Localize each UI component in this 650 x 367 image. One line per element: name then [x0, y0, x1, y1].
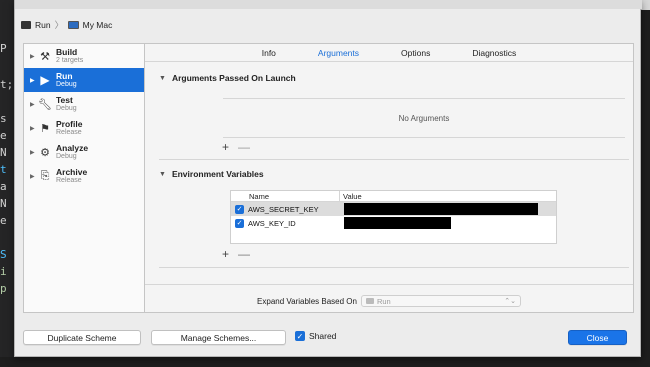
- redacted-value[interactable]: [344, 217, 451, 229]
- disclosure-triangle-icon[interactable]: ▶: [30, 173, 38, 180]
- sidebar-item-build[interactable]: ▶ ⚒ Build 2 targets: [24, 44, 144, 68]
- expand-variables-row: Expand Variables Based On Run ⌃⌄: [145, 295, 633, 307]
- panel-divider: [145, 284, 633, 285]
- table-row[interactable]: ✓ AWS_SECRET_KEY: [231, 202, 556, 216]
- sidebar-item-archive[interactable]: ▶ ⎘ Archive Release: [24, 164, 144, 188]
- shared-option[interactable]: ✓ Shared: [295, 331, 336, 341]
- disclosure-triangle-icon[interactable]: ▶: [30, 77, 38, 84]
- remove-argument-button[interactable]: —: [238, 140, 250, 154]
- action-subtitle: 2 targets: [56, 56, 84, 64]
- action-subtitle: Debug: [56, 104, 77, 112]
- variable-name[interactable]: AWS_KEY_ID: [248, 219, 344, 228]
- manage-schemes-button[interactable]: Manage Schemes...: [151, 330, 286, 345]
- scheme-icon: [365, 298, 374, 304]
- disclosure-triangle-icon[interactable]: ▶: [30, 53, 38, 60]
- tab-bar: Info Arguments Options Diagnostics: [145, 44, 633, 62]
- column-header-name[interactable]: Name: [231, 191, 340, 201]
- action-title: Build: [56, 46, 78, 57]
- disclosure-triangle-icon[interactable]: ▶: [30, 149, 38, 156]
- archive-icon: ⎘: [40, 169, 50, 182]
- remove-variable-button[interactable]: —: [238, 247, 250, 261]
- scheme-icon: [21, 20, 31, 29]
- expand-variables-value: Run: [376, 296, 391, 306]
- shared-label: Shared: [309, 331, 337, 341]
- scheme-path-bar[interactable]: Run 〉 My Mac: [21, 18, 112, 31]
- mac-icon: [67, 20, 79, 29]
- action-subtitle: Debug: [56, 152, 77, 160]
- arguments-add-remove: + —: [222, 140, 250, 154]
- arguments-header-label: Arguments Passed On Launch: [171, 73, 296, 83]
- enabled-checkbox[interactable]: ✓: [235, 218, 244, 228]
- expand-variables-label: Expand Variables Based On: [257, 296, 357, 306]
- sidebar-item-analyze[interactable]: ▶ ⚙ Analyze Debug: [24, 140, 144, 164]
- add-argument-button[interactable]: +: [222, 140, 229, 154]
- environment-variables-table[interactable]: Name Value ✓ AWS_SECRET_KEY ✓ AWS_KEY_ID: [230, 190, 557, 244]
- chevron-updown-icon: ⌃⌄: [504, 298, 516, 305]
- close-button[interactable]: Close: [568, 330, 627, 345]
- action-title: Test: [56, 94, 73, 105]
- duplicate-scheme-button[interactable]: Duplicate Scheme: [23, 330, 141, 345]
- scheme-label[interactable]: Run: [35, 20, 51, 30]
- action-title: Profile: [56, 118, 83, 129]
- add-variable-button[interactable]: +: [222, 247, 229, 261]
- action-sidebar: ▶ ⚒ Build 2 targets ▶ ▶ Run Debug ▶ 🔧︎ T…: [23, 43, 145, 313]
- environment-add-remove: + —: [222, 247, 250, 261]
- arguments-list[interactable]: No Arguments: [223, 98, 625, 138]
- scheme-detail-panel: Info Arguments Options Diagnostics ▼ Arg…: [144, 43, 634, 313]
- column-header-value[interactable]: Value: [340, 191, 556, 201]
- action-subtitle: Debug: [56, 80, 77, 88]
- sidebar-item-profile[interactable]: ▶ ⚑ Profile Release: [24, 116, 144, 140]
- enabled-checkbox[interactable]: ✓: [235, 204, 244, 214]
- scheme-editor-sheet: Run 〉 My Mac ▶ ⚒ Build 2 targets ▶ ▶ Run…: [14, 0, 642, 357]
- tab-options[interactable]: Options: [395, 48, 436, 58]
- tab-info[interactable]: Info: [256, 48, 282, 58]
- destination-label[interactable]: My Mac: [83, 20, 113, 30]
- tab-diagnostics[interactable]: Diagnostics: [466, 48, 522, 58]
- action-subtitle: Release: [56, 128, 82, 136]
- wrench-icon: 🔧︎: [38, 98, 52, 111]
- play-icon: ▶: [40, 73, 50, 87]
- section-divider: [159, 267, 629, 268]
- action-subtitle: Release: [56, 176, 82, 184]
- environment-section-header[interactable]: ▼ Environment Variables: [159, 169, 264, 179]
- expand-variables-popup[interactable]: Run ⌃⌄: [360, 295, 521, 307]
- redacted-value[interactable]: [344, 203, 538, 215]
- disclosure-down-icon[interactable]: ▼: [159, 75, 166, 82]
- disclosure-triangle-icon[interactable]: ▶: [30, 101, 38, 108]
- arguments-section-header[interactable]: ▼ Arguments Passed On Launch: [159, 73, 296, 83]
- profile-icon: ⚑: [40, 122, 50, 135]
- sidebar-item-test[interactable]: ▶ 🔧︎ Test Debug: [24, 92, 144, 116]
- disclosure-down-icon[interactable]: ▼: [159, 171, 166, 178]
- table-row[interactable]: ✓ AWS_KEY_ID: [231, 216, 556, 230]
- sheet-titlebar: [15, 0, 642, 9]
- action-title: Run: [56, 70, 73, 81]
- action-title: Archive: [56, 166, 88, 177]
- arguments-empty-text: No Arguments: [398, 113, 450, 123]
- hammer-icon: ⚒: [40, 50, 50, 63]
- analyze-icon: ⚙: [40, 146, 50, 159]
- tab-arguments[interactable]: Arguments: [312, 48, 365, 58]
- environment-header-label: Environment Variables: [171, 169, 264, 179]
- table-header: Name Value: [231, 191, 556, 202]
- action-title: Analyze: [56, 142, 89, 153]
- section-divider: [159, 159, 629, 160]
- chevron-right-icon: 〉: [54, 20, 64, 30]
- variable-name[interactable]: AWS_SECRET_KEY: [248, 205, 344, 214]
- sidebar-item-run[interactable]: ▶ ▶ Run Debug: [24, 68, 144, 92]
- shared-checkbox[interactable]: ✓: [295, 331, 305, 341]
- background-bottom: [0, 357, 650, 367]
- disclosure-triangle-icon[interactable]: ▶: [30, 125, 38, 132]
